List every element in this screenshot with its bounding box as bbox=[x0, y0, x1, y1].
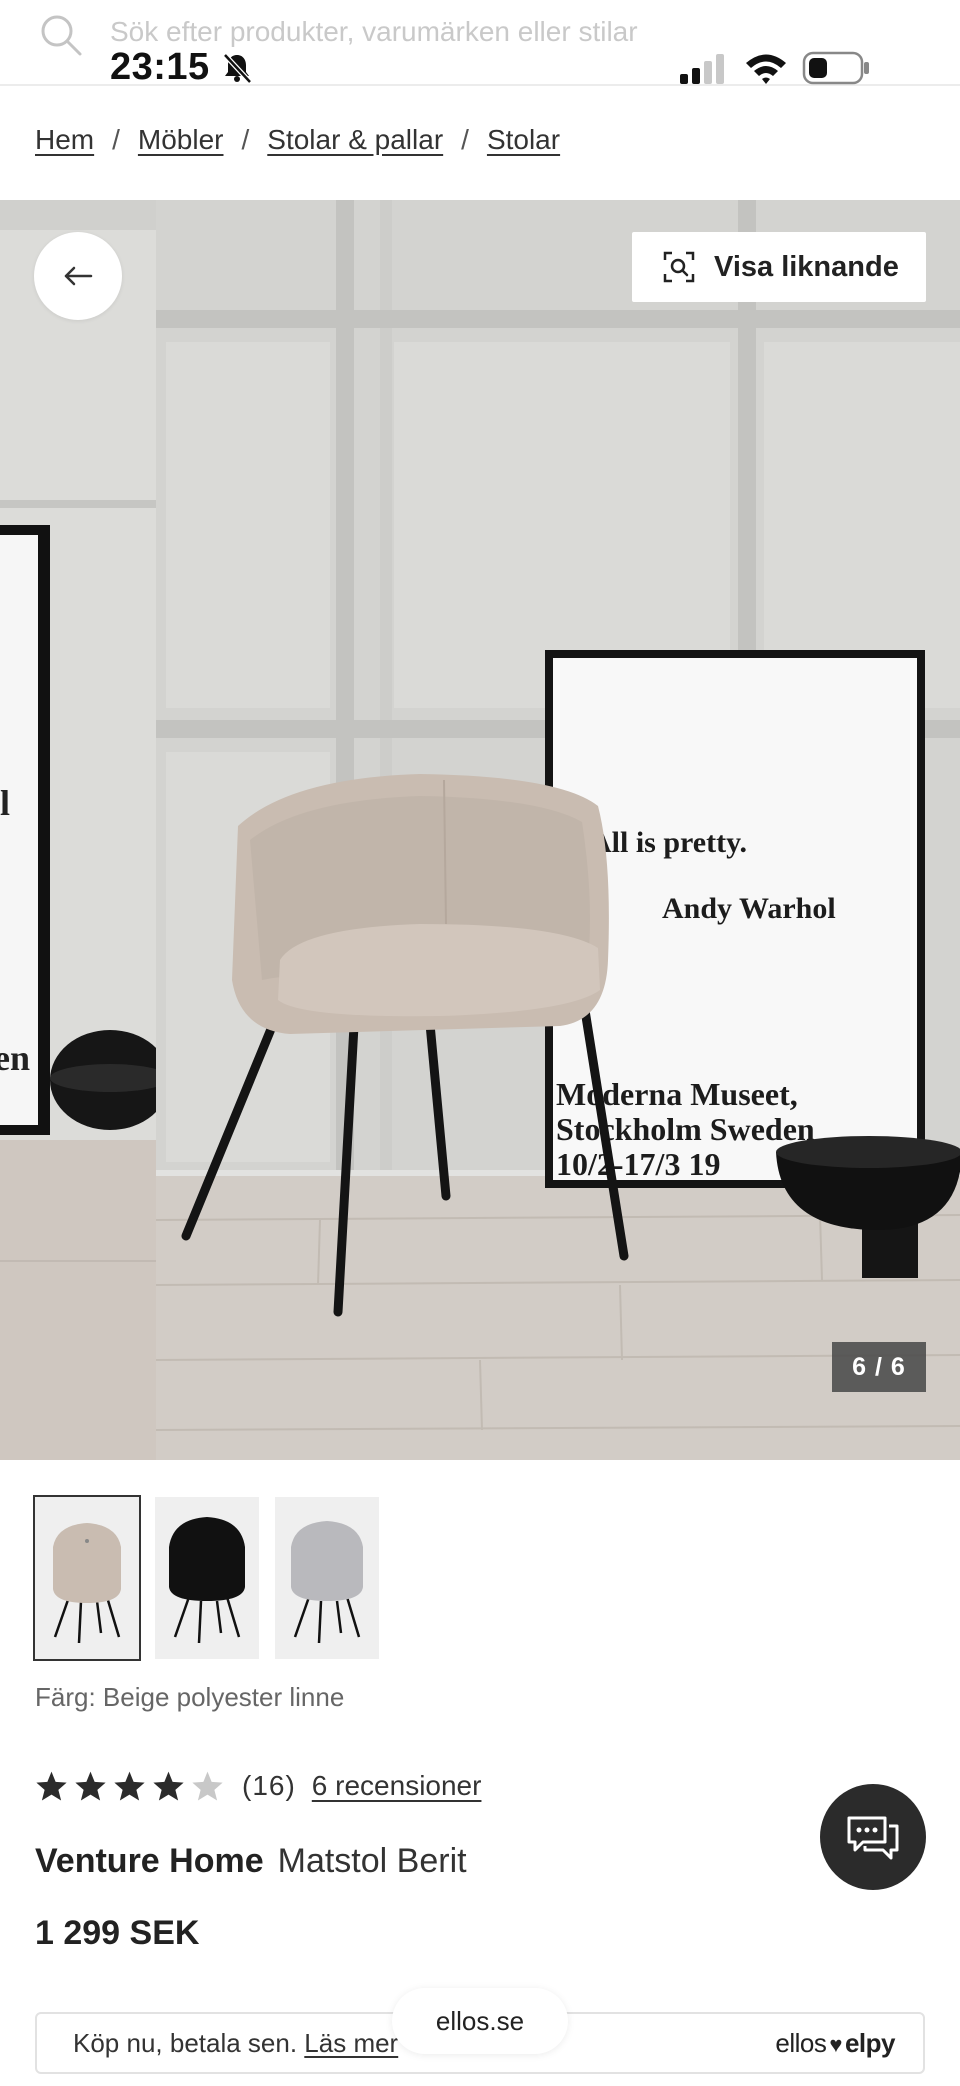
show-similar-button[interactable]: Visa liknande bbox=[632, 232, 926, 302]
star-filled-icon bbox=[153, 1771, 184, 1801]
poster-text: Andy Warhol bbox=[662, 892, 836, 925]
product-brand[interactable]: Venture Home bbox=[35, 1842, 264, 1880]
payment-text: Köp nu, betala sen. bbox=[73, 2028, 298, 2058]
logo-ellos: ellos bbox=[775, 2028, 827, 2058]
breadcrumb-separator: / bbox=[461, 124, 469, 155]
signal-icon bbox=[680, 54, 724, 84]
product-image-gallery[interactable]: l en All is pretty. Andy Warhol Moderna … bbox=[0, 200, 960, 1460]
battery-icon bbox=[802, 51, 869, 85]
poster-text: Stockholm Sweden bbox=[556, 1111, 815, 1147]
browser-url-pill[interactable]: ellos.se bbox=[392, 1988, 568, 2054]
visual-search-icon bbox=[663, 251, 695, 283]
star-filled-icon bbox=[36, 1771, 67, 1801]
product-photo: l en All is pretty. Andy Warhol Moderna … bbox=[0, 200, 960, 1460]
star-filled-icon bbox=[114, 1771, 145, 1801]
variant-thumbnail-grey[interactable] bbox=[275, 1497, 379, 1659]
payment-text-row: Köp nu, betala sen. Läs mer bbox=[73, 2028, 398, 2059]
chat-bubbles-icon bbox=[847, 1816, 899, 1860]
rating-count: (16) bbox=[242, 1770, 296, 1801]
search-input[interactable]: Sök efter produkter, varumärken eller st… bbox=[110, 16, 638, 48]
variant-thumbnail-beige[interactable] bbox=[33, 1495, 141, 1661]
read-more-link[interactable]: Läs mer bbox=[304, 2028, 398, 2058]
top-bar: Sök efter produkter, varumärken eller st… bbox=[0, 0, 960, 88]
wifi-icon bbox=[746, 54, 786, 84]
product-name: Matstol Berit bbox=[277, 1842, 467, 1880]
reviews-link[interactable]: 6 recensioner bbox=[312, 1770, 482, 1802]
chat-button[interactable] bbox=[820, 1784, 926, 1890]
chair-thumbnail-image bbox=[169, 1517, 245, 1644]
search-icon[interactable] bbox=[38, 12, 84, 58]
selected-color-label: Färg: Beige polyester linne bbox=[35, 1682, 345, 1712]
poster-text: All is pretty. bbox=[590, 826, 747, 859]
ellos-elpy-logo: ellos ♥ elpy bbox=[775, 2028, 895, 2059]
breadcrumb-separator: / bbox=[241, 124, 250, 155]
image-counter: 6 / 6 bbox=[832, 1342, 926, 1392]
chair-thumbnail-image bbox=[53, 1523, 121, 1644]
variant-thumbnail-black[interactable] bbox=[155, 1497, 259, 1659]
poster-text: 10/2-17/3 19 bbox=[556, 1146, 720, 1182]
left-poster-text: l bbox=[0, 783, 10, 823]
product-title: Venture Home Matstol Berit bbox=[35, 1842, 467, 1881]
star-empty-icon bbox=[192, 1771, 223, 1801]
status-time: 23:15 bbox=[110, 46, 210, 88]
product-price: 1 299 SEK bbox=[35, 1914, 200, 1952]
breadcrumb-link-hem[interactable]: Hem bbox=[35, 124, 94, 156]
product-rating: (16) 6 recensioner bbox=[35, 1770, 481, 1802]
arrow-left-icon bbox=[64, 266, 93, 286]
back-button[interactable] bbox=[34, 232, 122, 320]
color-variant-thumbnails bbox=[33, 1495, 379, 1661]
chair-thumbnail-image bbox=[291, 1521, 363, 1644]
rating-stars bbox=[35, 1770, 224, 1802]
star-filled-icon bbox=[75, 1771, 106, 1801]
breadcrumb-link-stolar-pallar[interactable]: Stolar & pallar bbox=[267, 124, 443, 156]
heart-icon: ♥ bbox=[829, 2032, 842, 2057]
logo-elpy: elpy bbox=[844, 2028, 896, 2058]
breadcrumb: Hem / Möbler / Stolar & pallar / Stolar bbox=[35, 124, 560, 156]
breadcrumb-link-stolar[interactable]: Stolar bbox=[487, 124, 560, 156]
bell-muted-icon bbox=[223, 53, 252, 84]
show-similar-label: Visa liknande bbox=[714, 250, 899, 283]
breadcrumb-link-mobler[interactable]: Möbler bbox=[138, 124, 224, 156]
breadcrumb-separator: / bbox=[112, 124, 120, 155]
left-poster-text: en bbox=[0, 1038, 30, 1078]
